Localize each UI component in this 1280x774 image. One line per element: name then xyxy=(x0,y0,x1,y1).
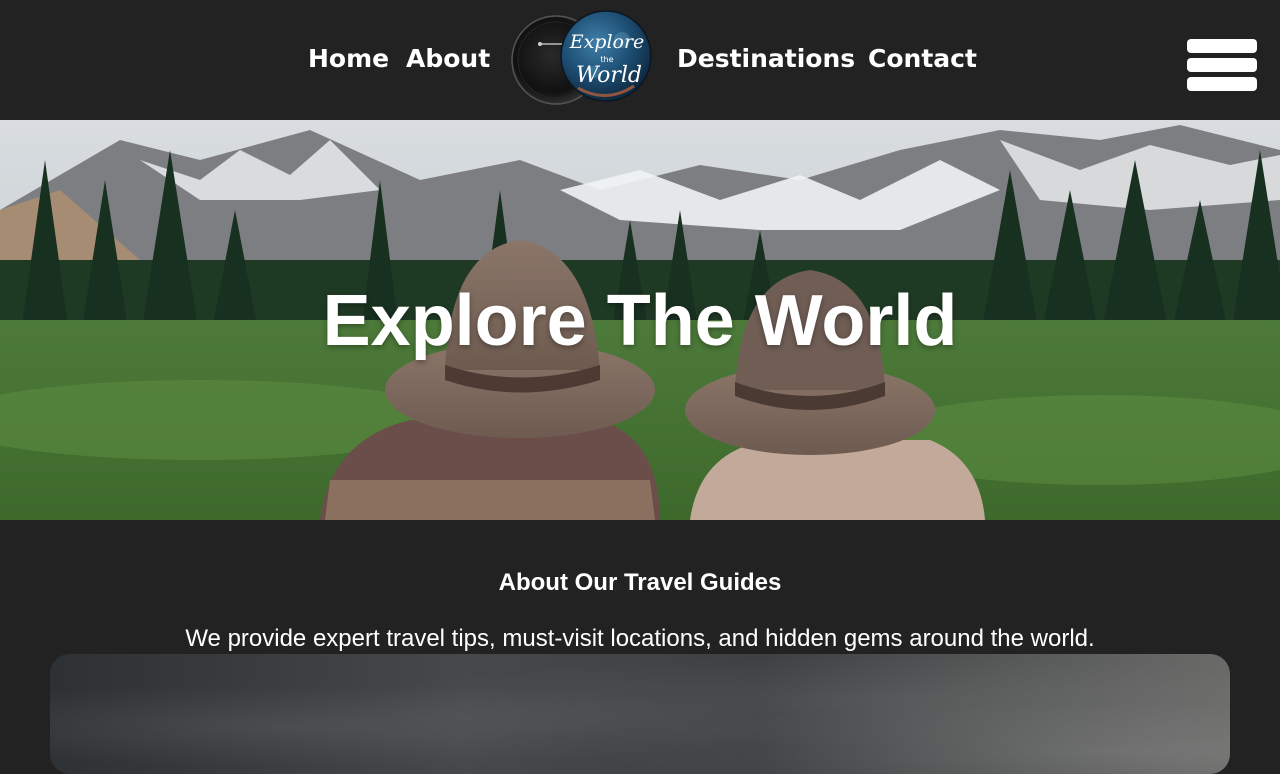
nav-link-home[interactable]: Home xyxy=(308,44,389,74)
logo-text-world: World xyxy=(576,63,642,88)
nav-link-about[interactable]: About xyxy=(406,44,490,74)
site-header: Home About Explore the World Destination… xyxy=(0,0,1280,120)
hamburger-icon-bar xyxy=(1187,58,1257,72)
nav-link-destinations[interactable]: Destinations xyxy=(677,44,855,74)
hamburger-icon-bar xyxy=(1187,77,1257,91)
explore-the-world-badge-logo: Explore the World xyxy=(511,10,652,105)
featured-image-card xyxy=(50,654,1230,774)
nav-link-contact[interactable]: Contact xyxy=(868,44,977,74)
hamburger-menu-button[interactable] xyxy=(1186,39,1258,93)
site-logo[interactable]: Explore the World xyxy=(510,10,655,110)
card-image-texture xyxy=(50,654,1230,774)
hero-title: Explore The World xyxy=(322,281,958,361)
hero-banner: Explore The World xyxy=(0,120,1280,520)
about-section-description: We provide expert travel tips, must-visi… xyxy=(185,625,1095,652)
about-section-title: About Our Travel Guides xyxy=(498,569,782,596)
logo-text-explore: Explore xyxy=(569,31,645,53)
hamburger-icon xyxy=(1187,39,1257,53)
